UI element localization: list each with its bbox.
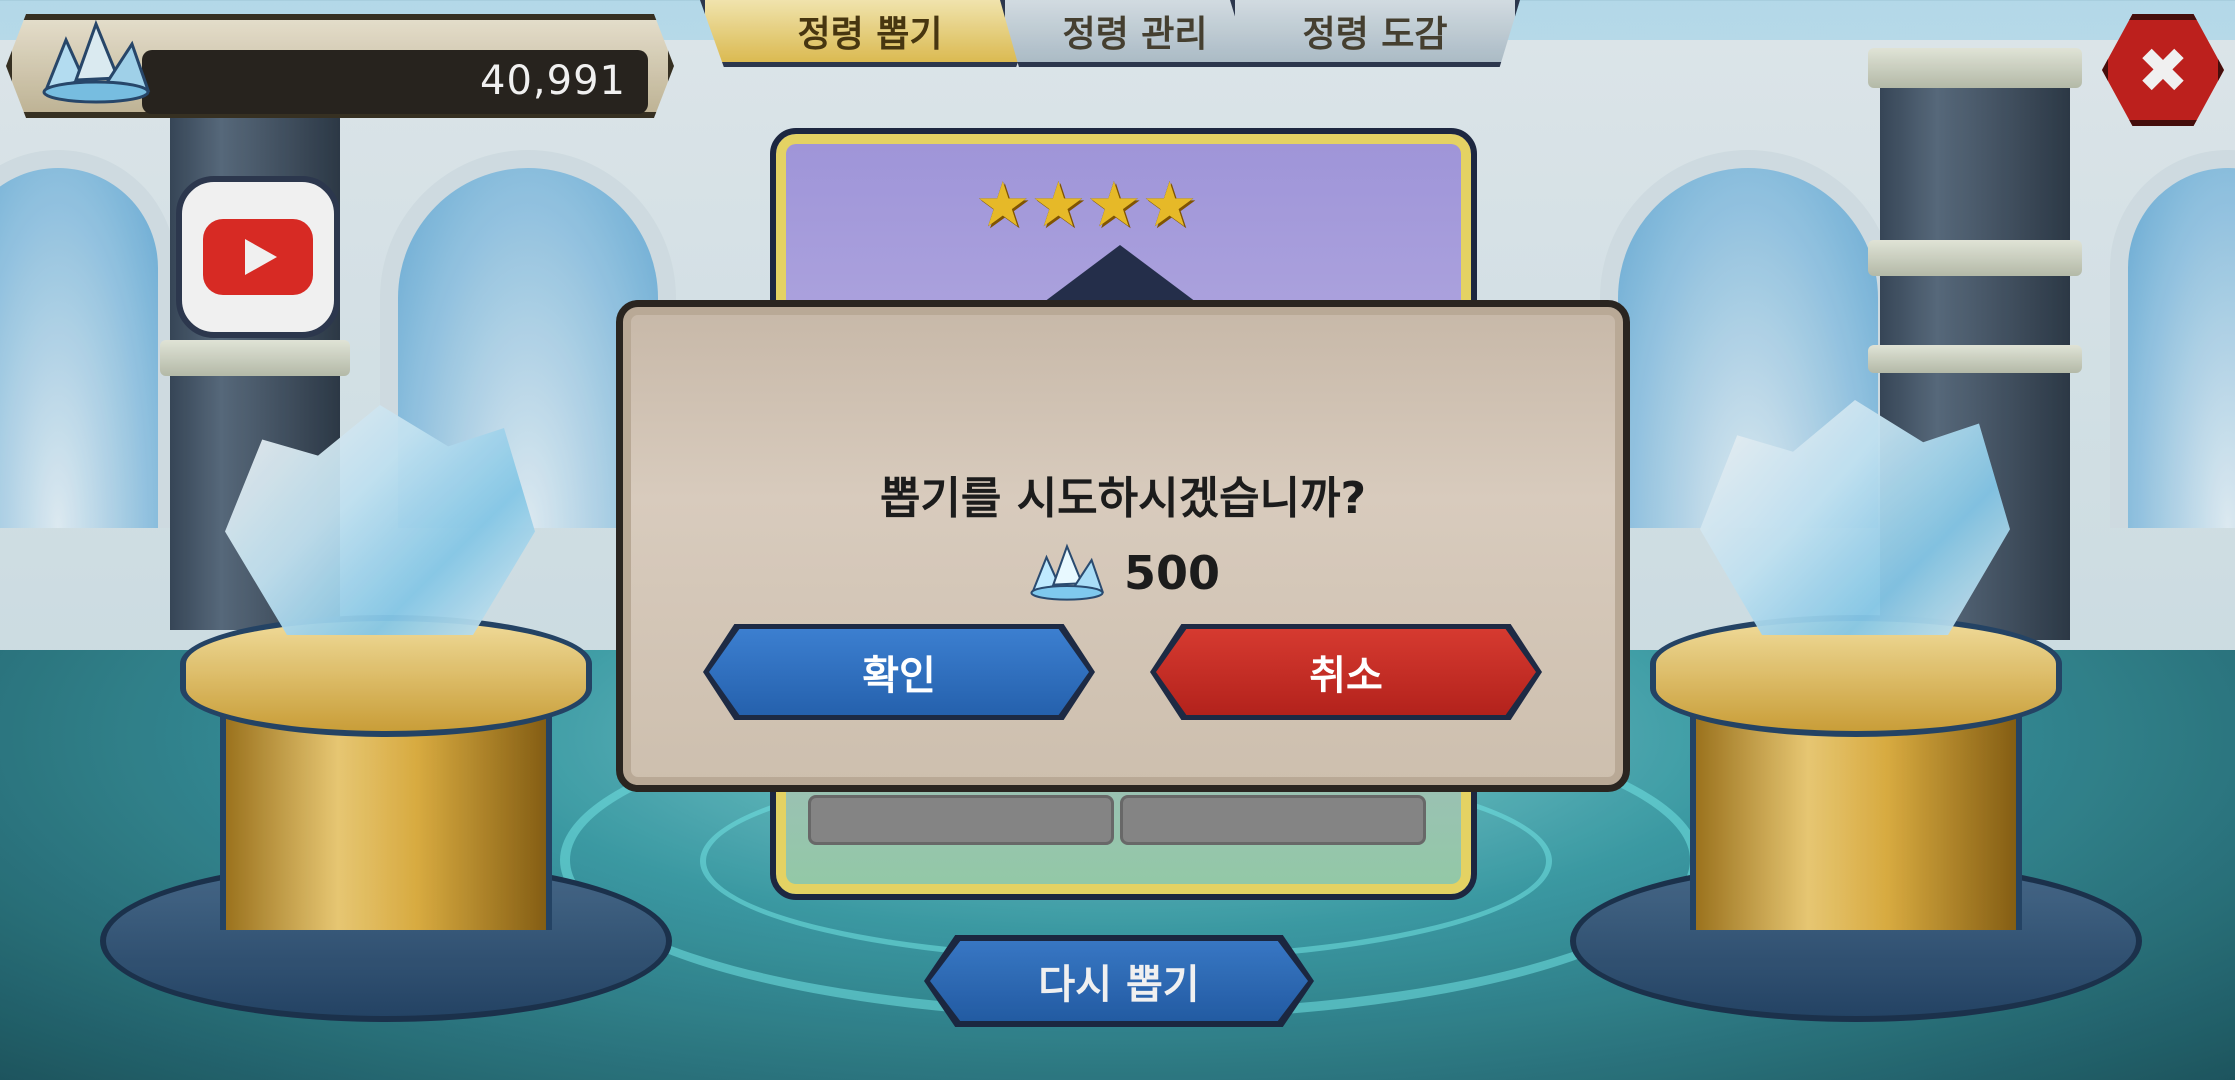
cancel-label: 취소 (1309, 653, 1383, 699)
confirm-label: 확인 (862, 653, 936, 699)
dialog-message: 뽑기를 시도하시겠습니까? (879, 473, 1367, 524)
cost-value: 500 (1123, 546, 1221, 600)
cost-row: 500 (623, 542, 1623, 604)
crystal-icon (1030, 543, 1105, 601)
confirm-dialog: 뽑기를 시도하시겠습니까? 500 확인 취소 (616, 300, 1630, 792)
confirm-button[interactable]: 확인 (709, 629, 1089, 715)
cancel-button[interactable]: 취소 (1156, 629, 1536, 715)
